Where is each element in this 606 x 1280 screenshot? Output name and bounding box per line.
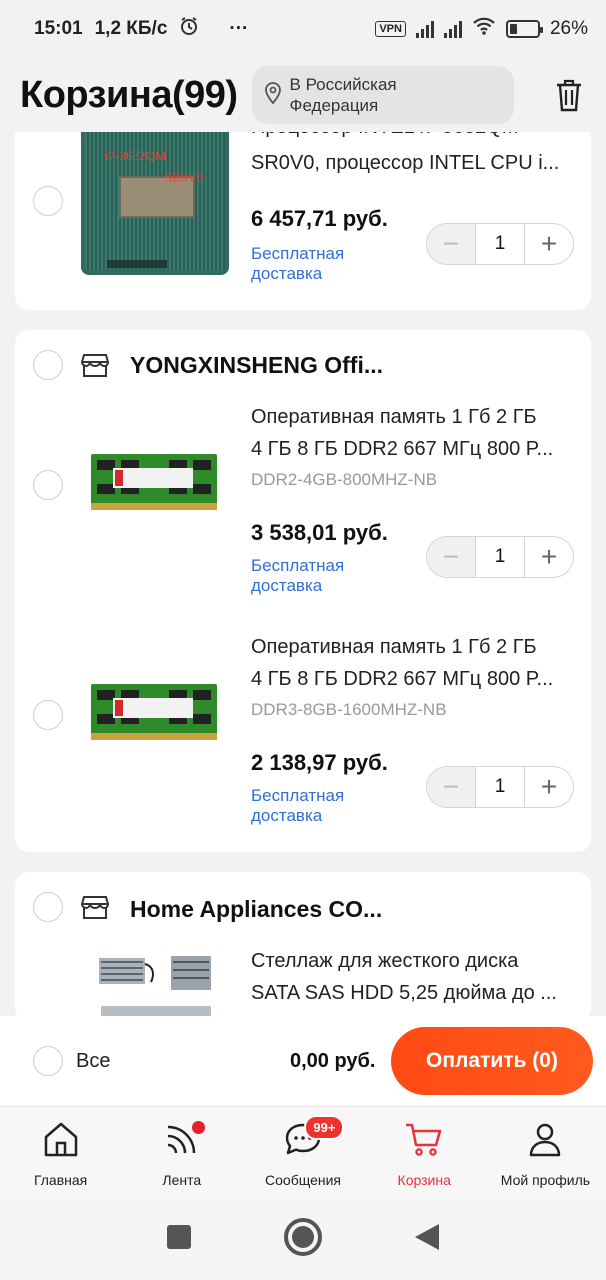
back-triangle-icon[interactable] <box>413 1222 441 1257</box>
cart-header: Корзина(99) В Российская Федерация <box>0 58 606 132</box>
location-pin-icon <box>264 81 282 109</box>
select-all-radio[interactable] <box>33 1046 63 1076</box>
nav-feed-label: Лента <box>162 1172 202 1188</box>
total-amount: 0,00 руб. <box>290 1049 376 1072</box>
alarm-icon <box>179 16 199 42</box>
shipping-line-1: Бесплатная <box>251 786 345 805</box>
status-time: 15:01 <box>34 18 83 39</box>
shipping-line-1: Бесплатная <box>251 556 345 575</box>
quantity-value[interactable]: 1 <box>475 767 525 807</box>
quantity-stepper: − 1 + <box>426 223 574 265</box>
status-bar: 15:01 1,2 КБ/с ··· VPN 26% <box>0 0 606 58</box>
shipping-line-2: доставка <box>251 806 323 825</box>
hdd-rack-product-image[interactable] <box>97 954 217 1022</box>
item-name-line-2[interactable]: 4 ГБ 8 ГБ DDR2 667 МГц 800 P... <box>251 434 581 465</box>
nav-profile[interactable]: Мой профиль <box>485 1107 606 1198</box>
quantity-stepper: − 1 + <box>426 766 574 808</box>
ram-product-image[interactable] <box>91 684 237 764</box>
quantity-value[interactable]: 1 <box>475 224 525 264</box>
battery-icon <box>505 20 543 38</box>
item-select-radio[interactable] <box>33 700 63 730</box>
cart-item-card: i7-3632QM SR0V0 Процессор INTEL i7-3632Q… <box>15 110 591 310</box>
region-label: В Российская Федерация <box>290 74 397 116</box>
profile-icon <box>525 1119 565 1164</box>
region-line-2: Федерация <box>289 96 379 115</box>
system-navigation-bar <box>0 1198 606 1280</box>
cpu-image-label-2: SR0V0 <box>165 170 204 185</box>
quantity-value[interactable]: 1 <box>475 537 525 577</box>
quantity-minus-button[interactable]: − <box>427 767 475 807</box>
nav-cart[interactable]: Корзина <box>364 1107 485 1198</box>
store-card: Home Appliances CO... Стеллаж для жестко… <box>15 872 591 1022</box>
cpu-product-image[interactable]: i7-3632QM SR0V0 <box>81 110 229 275</box>
nav-feed[interactable]: Лента <box>121 1107 242 1198</box>
item-name-line-1[interactable]: Оперативная память 1 Гб 2 ГБ <box>251 632 581 663</box>
quantity-plus-button[interactable]: + <box>525 767 573 807</box>
home-icon <box>41 1119 81 1164</box>
item-price: 3 538,01 руб. <box>251 520 388 545</box>
store-select-radio[interactable] <box>33 350 63 380</box>
free-shipping-label: Бесплатная доставка <box>251 556 344 596</box>
item-price: 6 457,71 руб. <box>251 206 388 231</box>
shipping-line-2: доставка <box>251 576 323 595</box>
status-more: ··· <box>229 18 249 39</box>
item-sku: DDR2-4GB-800MHZ-NB <box>251 470 438 489</box>
store-card: YONGXINSHENG Offi... Оперативная память … <box>15 330 591 852</box>
recent-apps-icon[interactable] <box>165 1223 193 1256</box>
page-title: Корзина(99) <box>20 73 238 116</box>
store-name[interactable]: YONGXINSHENG Offi... <box>130 352 410 379</box>
shipping-line-1: Бесплатная <box>251 244 345 263</box>
store-name[interactable]: Home Appliances CO... <box>130 896 410 923</box>
trash-icon[interactable] <box>552 75 586 115</box>
nav-home[interactable]: Главная <box>0 1107 121 1198</box>
region-line-1: В Российская <box>289 75 397 94</box>
store-icon <box>80 894 110 925</box>
store-icon <box>80 352 110 383</box>
item-name-line-2[interactable]: 4 ГБ 8 ГБ DDR2 667 МГц 800 P... <box>251 664 581 695</box>
item-name-line-2[interactable]: SR0V0, процессор INTEL CPU i... <box>251 148 581 179</box>
quantity-plus-button[interactable]: + <box>525 224 573 264</box>
battery-percent: 26% <box>549 18 588 39</box>
cart-icon <box>403 1119 445 1164</box>
cpu-image-label-1: i7-3632QM <box>105 148 167 163</box>
item-name-line-1[interactable]: Стеллаж для жесткого диска <box>251 946 581 977</box>
region-selector[interactable]: В Российская Федерация <box>251 66 514 124</box>
shipping-line-2: доставка <box>251 264 323 283</box>
store-select-radio[interactable] <box>33 892 63 922</box>
item-select-radio[interactable] <box>33 186 63 216</box>
nav-home-label: Главная <box>33 1172 88 1188</box>
free-shipping-label: Бесплатная доставка <box>251 786 344 826</box>
signal-icon-2 <box>443 20 462 38</box>
vpn-badge: VPN <box>375 21 406 37</box>
ram-product-image[interactable] <box>91 454 237 534</box>
bottom-navigation: Главная Лента 99+ Сообщения Корзина Мой … <box>0 1106 606 1198</box>
select-all-label[interactable]: Все <box>76 1050 110 1073</box>
item-sku: DDR3-8GB-1600MHZ-NB <box>251 700 447 719</box>
free-shipping-label: Бесплатная доставка <box>251 244 344 284</box>
checkout-bar: Все 0,00 руб. Оплатить (0) <box>0 1016 606 1106</box>
quantity-minus-button[interactable]: − <box>427 224 475 264</box>
quantity-stepper: − 1 + <box>426 536 574 578</box>
item-select-radio[interactable] <box>33 470 63 500</box>
signal-icon <box>415 20 434 38</box>
status-net-speed: 1,2 КБ/с <box>94 18 168 39</box>
wifi-icon <box>472 16 496 42</box>
item-name-line-1[interactable]: Оперативная память 1 Гб 2 ГБ <box>251 402 581 433</box>
home-circle-icon[interactable] <box>283 1217 323 1262</box>
quantity-plus-button[interactable]: + <box>525 537 573 577</box>
feed-notification-dot <box>192 1121 206 1134</box>
nav-cart-label: Корзина <box>397 1172 451 1188</box>
pay-button[interactable]: Оплатить (0) <box>391 1027 593 1095</box>
quantity-minus-button[interactable]: − <box>427 537 475 577</box>
nav-messages[interactable]: 99+ Сообщения <box>242 1107 363 1198</box>
item-price: 2 138,97 руб. <box>251 750 388 775</box>
messages-count-badge: 99+ <box>304 1115 345 1140</box>
nav-messages-label: Сообщения <box>265 1172 341 1188</box>
nav-profile-label: Мой профиль <box>500 1172 591 1188</box>
item-name-line-2[interactable]: SATA SAS HDD 5,25 дюйма до ... <box>251 978 581 1009</box>
